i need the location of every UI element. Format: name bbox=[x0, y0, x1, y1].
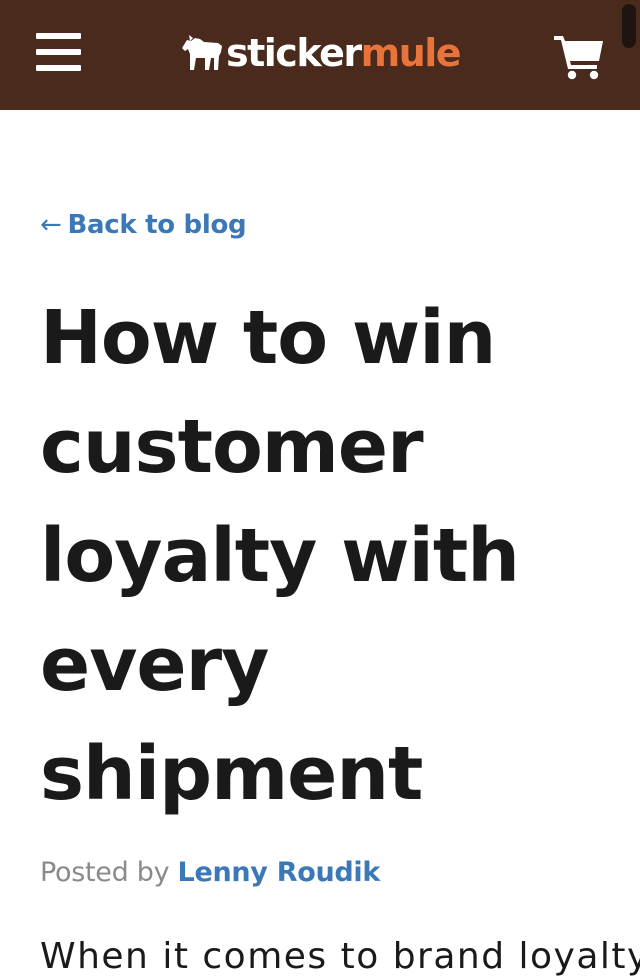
back-arrow-icon: ← bbox=[40, 210, 62, 240]
hamburger-menu-icon bbox=[36, 33, 81, 39]
menu-button[interactable] bbox=[36, 31, 82, 73]
hamburger-menu-icon-bar bbox=[36, 65, 81, 71]
article-body-first-line: When it comes to brand loyalty, bbox=[40, 936, 640, 977]
scrollbar-thumb[interactable] bbox=[622, 4, 636, 48]
back-to-blog-label: Back to blog bbox=[67, 210, 247, 240]
shopping-cart-icon bbox=[554, 36, 603, 80]
article-title: How to win customer loyalty with every s… bbox=[40, 295, 520, 817]
author-link[interactable]: Lenny Roudik bbox=[178, 857, 381, 888]
back-to-blog-link[interactable]: ← Back to blog bbox=[40, 210, 247, 240]
cart-button[interactable] bbox=[553, 32, 605, 80]
mule-logo-icon bbox=[182, 35, 222, 70]
logo-text-mule: mule bbox=[360, 31, 462, 75]
sticker-mule-logo[interactable]: stickermule bbox=[178, 28, 462, 78]
top-navigation-bar: stickermule bbox=[0, 0, 640, 110]
logo-wordmark: stickermule bbox=[226, 31, 462, 75]
hamburger-menu-icon-bar bbox=[36, 49, 81, 55]
article-byline: Posted by Lenny Roudik bbox=[40, 857, 380, 888]
posted-by-label: Posted by bbox=[40, 857, 170, 888]
logo-text-sticker: sticker bbox=[226, 31, 362, 75]
